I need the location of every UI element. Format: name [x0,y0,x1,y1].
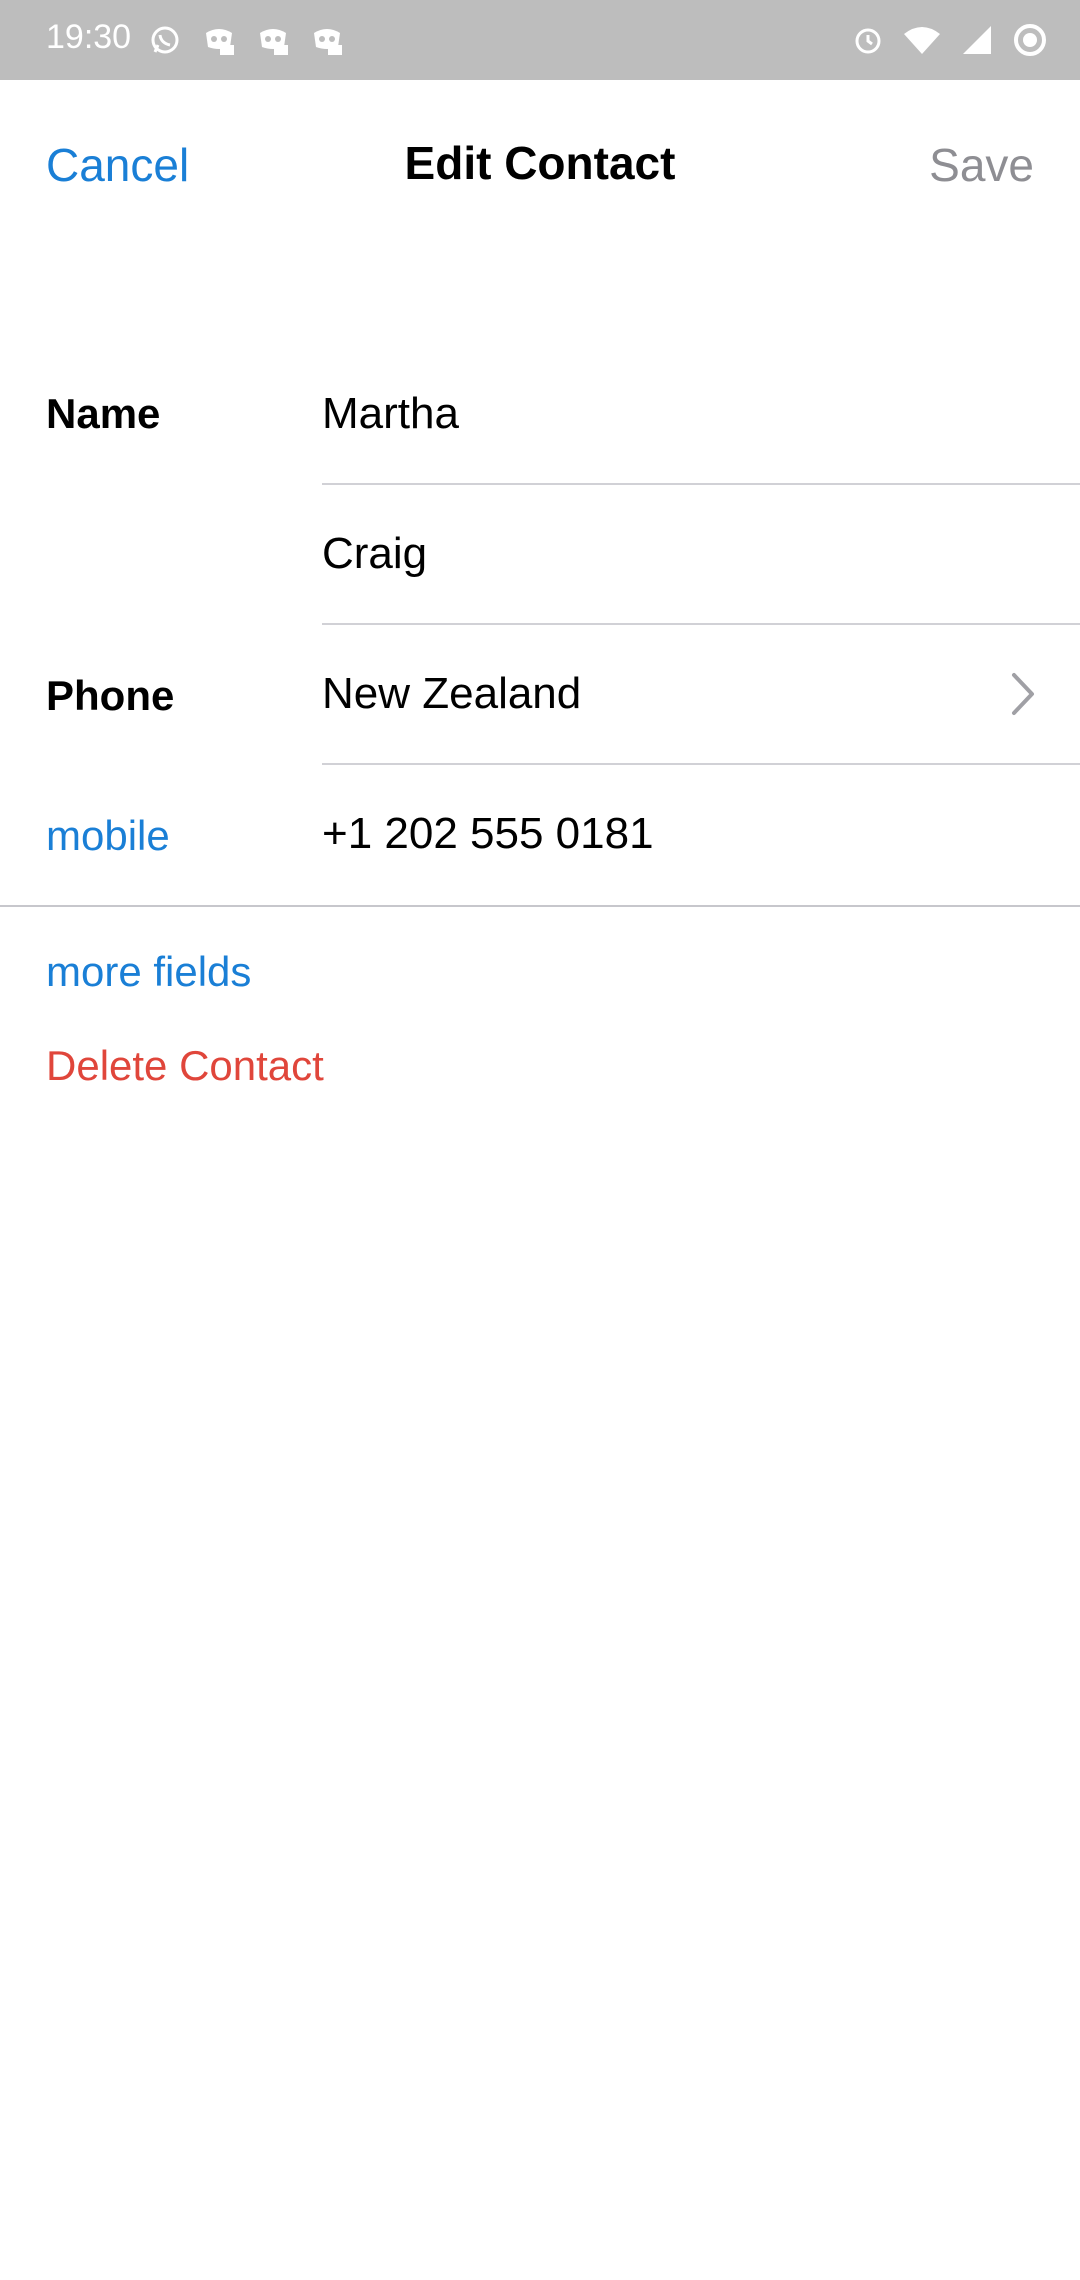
alarm-icon [848,20,888,60]
system-icons [848,20,1050,60]
discord-icon [253,20,293,60]
more-fields-button[interactable]: more fields [46,948,251,996]
status-time: 19:30 [46,18,132,56]
navigation-bar: Cancel Edit Contact Save [0,80,1080,250]
last-name-input[interactable] [322,485,1022,623]
notification-icons [145,20,347,60]
country-selector[interactable]: New Zealand [322,625,1080,765]
phone-number-input[interactable] [322,765,1022,903]
discord-icon [307,20,347,60]
signal-icon [956,20,996,60]
phone-label: Phone [46,672,175,719]
name-label: Name [46,390,161,437]
delete-contact-button[interactable]: Delete Contact [46,1042,324,1090]
last-name-field[interactable] [322,485,1080,625]
phone-type-label[interactable]: mobile [46,812,170,860]
save-button[interactable]: Save [929,138,1034,192]
wifi-icon [902,20,942,60]
first-name-field[interactable] [322,345,1080,485]
page-title: Edit Contact [404,137,676,189]
whatsapp-icon [145,20,185,60]
status-bar: 19:30 [0,0,1080,80]
discord-icon [199,20,239,60]
battery-icon [1010,20,1050,60]
section-divider [0,905,1080,907]
first-name-input[interactable] [322,345,1022,483]
country-value: New Zealand [322,669,582,718]
chevron-right-icon [1012,673,1034,715]
phone-number-field[interactable] [322,765,1080,905]
